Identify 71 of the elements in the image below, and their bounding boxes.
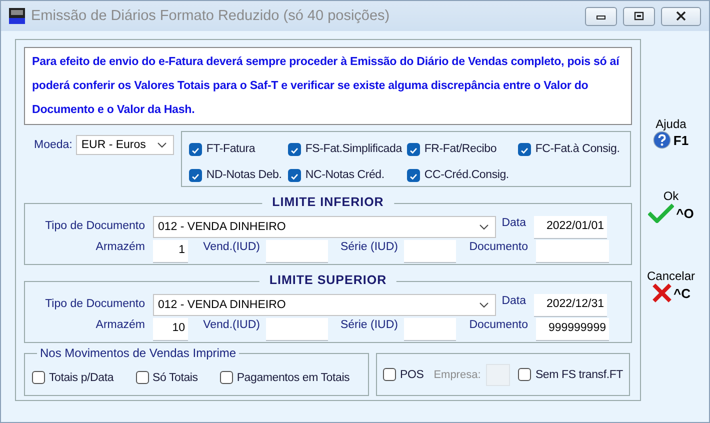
checkbox-label: FT-Fatura <box>206 143 256 155</box>
checkbox-label: FR-Fat/Recibo <box>424 143 497 155</box>
group-title: Nos Movimentos de Vendas Imprime <box>37 346 240 360</box>
window-title: Emissão de Diários Formato Reduzido (só 40 posições) <box>31 8 391 24</box>
help-icon <box>653 131 672 149</box>
ok-button[interactable]: Ok ^O <box>648 189 694 223</box>
company-label: Empresa: <box>434 368 481 380</box>
warehouse-field[interactable]: 1 <box>153 240 188 262</box>
currency-label: Moeda: <box>34 139 72 151</box>
field-label: Tipo de Documento <box>44 219 145 232</box>
series-field[interactable] <box>404 240 456 262</box>
caret-icon <box>157 142 168 148</box>
checkbox[interactable] <box>518 368 532 381</box>
checkbox[interactable] <box>383 368 396 381</box>
seller-field[interactable] <box>266 318 328 340</box>
field-label: Vend.(IUD) <box>202 318 260 331</box>
restore-icon <box>634 11 644 21</box>
checkbox-label: ND-Notas Deb. <box>206 169 282 181</box>
checkmark-icon <box>648 203 674 223</box>
seller-field[interactable] <box>266 240 328 262</box>
caret-icon <box>479 302 489 308</box>
checkbox[interactable] <box>189 142 202 156</box>
section-title: LIMITE SUPERIOR <box>259 273 397 287</box>
cancel-button[interactable]: Cancelar ^C <box>646 269 696 303</box>
checkbox[interactable] <box>32 371 45 384</box>
field-label: Vend.(IUD) <box>202 240 260 253</box>
date-field[interactable]: 2022/12/31 <box>534 294 607 316</box>
caret-icon <box>479 224 489 230</box>
notice-text: Para efeito de envio do e-Fatura deverá sempre proceder à Emissão do Diário de Vendas completo, pois só aí poderá conferir os Valores Totais para o Saf-T e verificar se existe alguma discrepância entre o Valor do Documento e o Valor da Hash. <box>24 47 632 125</box>
date-field[interactable]: 2022/01/01 <box>534 216 607 238</box>
document-type-dropdown[interactable]: 012 - VENDA DINHEIRO <box>153 294 496 316</box>
checkbox-label: Totais p/Data <box>49 372 114 384</box>
checkbox[interactable] <box>189 168 202 182</box>
minimize-button[interactable] <box>585 6 617 26</box>
checkbox[interactable] <box>288 168 302 182</box>
field-label: Tipo de Documento <box>44 297 145 310</box>
cross-icon <box>652 283 672 303</box>
field-label: Data <box>500 294 526 307</box>
checkbox-label: CC-Créd.Consig. <box>424 169 509 181</box>
checkbox[interactable] <box>407 142 420 156</box>
checkbox-label: Sem FS transf.FT <box>535 368 623 380</box>
checkbox[interactable] <box>288 142 302 156</box>
document-type-dropdown[interactable]: 012 - VENDA DINHEIRO <box>153 216 496 238</box>
checkbox[interactable] <box>407 168 420 182</box>
app-icon <box>9 8 25 24</box>
document-field[interactable]: 999999999 <box>536 318 609 340</box>
checkbox-label: Pagamentos em Totais <box>236 372 350 384</box>
field-label: Série (IUD) <box>339 240 398 253</box>
help-button[interactable]: Ajuda F1 <box>653 117 689 149</box>
field-label: Documento <box>468 240 528 253</box>
field-label: Armazém <box>94 318 145 331</box>
currency-dropdown[interactable]: EUR - Euros <box>76 135 174 155</box>
checkbox-label: POS <box>400 368 424 380</box>
field-label: Série (IUD) <box>339 318 398 331</box>
close-icon <box>675 11 687 21</box>
field-label: Documento <box>468 318 528 331</box>
field-label: Data <box>500 216 526 229</box>
checkbox-label: NC-Notas Créd. <box>305 169 384 181</box>
series-field[interactable] <box>404 318 456 340</box>
warehouse-field[interactable]: 10 <box>153 318 188 340</box>
field-label: Armazém <box>94 240 145 253</box>
close-button[interactable] <box>661 6 701 26</box>
section-title: LIMITE INFERIOR <box>262 195 394 209</box>
checkbox[interactable] <box>518 142 532 156</box>
checkbox-label: FC-Fat.à Consig. <box>535 143 620 155</box>
checkbox[interactable] <box>220 371 233 384</box>
maximize-button[interactable] <box>623 6 655 26</box>
checkbox[interactable] <box>136 371 149 384</box>
checkbox-label: FS-Fat.Simplificada <box>305 143 402 155</box>
checkbox-label: Só Totais <box>152 372 198 384</box>
document-field[interactable] <box>536 240 609 262</box>
